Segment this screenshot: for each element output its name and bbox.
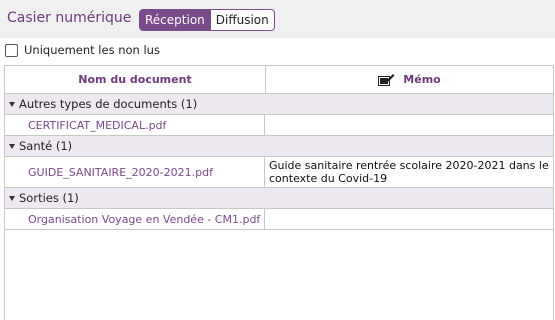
top-bar: Casier numérique Réception Diffusion bbox=[0, 0, 555, 38]
collapse-triangle-icon bbox=[9, 143, 15, 149]
unread-filter-label: Uniquement les non lus bbox=[24, 43, 160, 57]
page-title: Casier numérique bbox=[7, 10, 132, 26]
memo-edit-icon bbox=[378, 74, 395, 86]
column-header-document[interactable]: Nom du document bbox=[5, 66, 266, 93]
table-row[interactable]: GUIDE_SANITAIRE_2020-2021.pdf Guide sani… bbox=[5, 157, 553, 188]
collapse-triangle-icon bbox=[9, 101, 15, 107]
document-link[interactable]: GUIDE_SANITAIRE_2020-2021.pdf bbox=[5, 157, 265, 187]
document-link[interactable]: CERTIFICAT_MEDICAL.pdf bbox=[5, 115, 265, 135]
group-label: Sorties (1) bbox=[19, 191, 79, 205]
memo-cell bbox=[265, 209, 553, 229]
collapse-triangle-icon bbox=[9, 195, 15, 201]
table-row[interactable]: CERTIFICAT_MEDICAL.pdf bbox=[5, 115, 553, 136]
group-label: Autres types de documents (1) bbox=[19, 97, 198, 111]
table-row[interactable]: Organisation Voyage en Vendée - CM1.pdf bbox=[5, 209, 553, 230]
group-header-sorties[interactable]: Sorties (1) bbox=[5, 188, 553, 209]
document-link[interactable]: Organisation Voyage en Vendée - CM1.pdf bbox=[5, 209, 265, 229]
documents-table: Nom du document Mémo Autres types de doc… bbox=[4, 65, 554, 320]
column-header-memo[interactable]: Mémo bbox=[266, 66, 553, 93]
memo-cell bbox=[265, 115, 553, 135]
mode-switch: Réception Diffusion bbox=[139, 9, 275, 31]
column-label-memo: Mémo bbox=[403, 73, 441, 86]
unread-checkbox[interactable] bbox=[5, 43, 18, 57]
group-header-autres[interactable]: Autres types de documents (1) bbox=[5, 94, 553, 115]
column-label-document: Nom du document bbox=[78, 73, 192, 86]
table-header: Nom du document Mémo bbox=[5, 66, 553, 94]
tab-reception[interactable]: Réception bbox=[140, 10, 210, 30]
group-label: Santé (1) bbox=[19, 139, 73, 153]
memo-cell: Guide sanitaire rentrée scolaire 2020-20… bbox=[269, 159, 549, 185]
group-header-sante[interactable]: Santé (1) bbox=[5, 136, 553, 157]
unread-filter[interactable]: Uniquement les non lus bbox=[5, 43, 160, 57]
tab-diffusion[interactable]: Diffusion bbox=[209, 10, 274, 30]
